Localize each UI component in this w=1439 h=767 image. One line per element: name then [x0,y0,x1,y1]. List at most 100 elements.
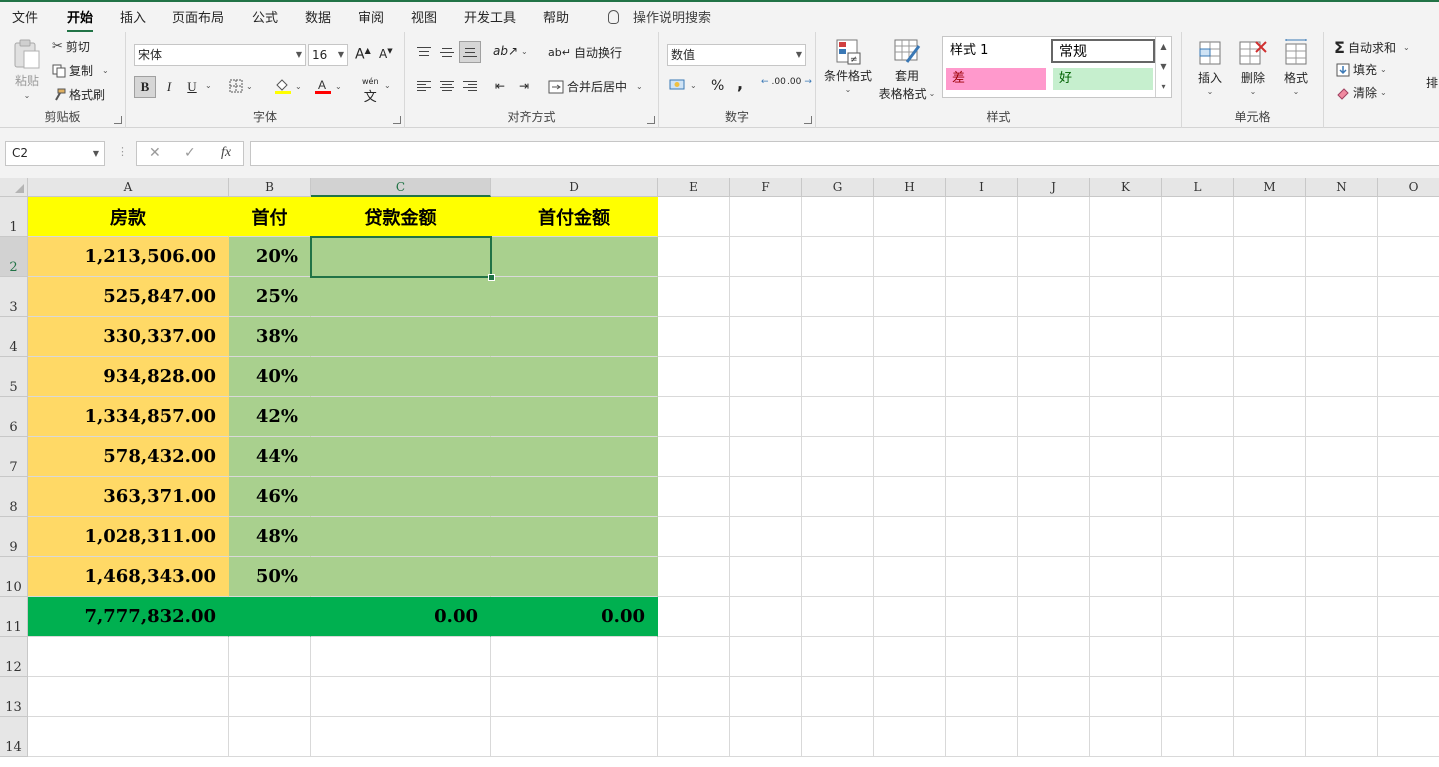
cell-c2[interactable] [311,237,491,277]
column-header-f[interactable]: F [730,178,802,197]
bold-button[interactable]: B [134,76,156,98]
row-header-5[interactable]: 5 [0,357,28,397]
cell-i14[interactable] [946,717,1018,757]
cell-m8[interactable] [1234,477,1306,517]
column-header-n[interactable]: N [1306,178,1378,197]
cell-k8[interactable] [1090,477,1162,517]
cell-e2[interactable] [658,237,730,277]
cell-j2[interactable] [1018,237,1090,277]
column-header-a[interactable]: A [28,178,229,197]
align-middle-button[interactable] [436,41,458,63]
cell-c1[interactable]: 贷款金额 [311,197,491,237]
cell-h9[interactable] [874,517,946,557]
chevron-down-icon[interactable]: ⌄ [205,81,212,90]
column-header-k[interactable]: K [1090,178,1162,197]
cell-g10[interactable] [802,557,874,597]
cell-k11[interactable] [1090,597,1162,637]
cell-i1[interactable] [946,197,1018,237]
column-header-i[interactable]: I [946,178,1018,197]
column-header-h[interactable]: H [874,178,946,197]
cell-l14[interactable] [1162,717,1234,757]
cell-c6[interactable] [311,397,491,437]
tab-review[interactable]: 审阅 [358,7,384,26]
cell-f7[interactable] [730,437,802,477]
cell-n9[interactable] [1306,517,1378,557]
fill-handle[interactable] [488,274,495,281]
cell-d5[interactable] [491,357,658,397]
align-center-button[interactable] [436,75,458,97]
number-launcher-icon[interactable] [804,116,812,124]
tell-me-search[interactable]: 操作说明搜索 [608,7,711,26]
cell-l6[interactable] [1162,397,1234,437]
cell-k2[interactable] [1090,237,1162,277]
tab-data[interactable]: 数据 [305,7,331,26]
confirm-icon[interactable]: ✓ [184,145,196,161]
cell-b11[interactable] [229,597,311,637]
cell-o2[interactable] [1378,237,1439,277]
align-bottom-button[interactable] [459,41,481,63]
merge-center-button[interactable]: 合并后居中 ⌄ [548,78,643,95]
row-header-8[interactable]: 8 [0,477,28,517]
cell-h4[interactable] [874,317,946,357]
comma-button[interactable]: , [737,74,743,93]
borders-button[interactable]: ⌄ [229,79,253,93]
fill-color-button[interactable]: ⌄ [274,77,302,95]
cell-i13[interactable] [946,677,1018,717]
font-color-button[interactable]: A ⌄ [314,77,342,95]
cell-a1[interactable]: 房款 [28,197,229,237]
cell-c5[interactable] [311,357,491,397]
cell-a12[interactable] [28,637,229,677]
column-header-d[interactable]: D [491,178,658,197]
cell-b10[interactable]: 50% [229,557,311,597]
cell-c4[interactable] [311,317,491,357]
copy-button[interactable]: 复制 ⌄ [52,62,109,79]
cell-g6[interactable] [802,397,874,437]
cell-o10[interactable] [1378,557,1439,597]
column-header-l[interactable]: L [1162,178,1234,197]
column-header-e[interactable]: E [658,178,730,197]
cell-d7[interactable] [491,437,658,477]
tab-formulas[interactable]: 公式 [252,7,278,26]
cell-e12[interactable] [658,637,730,677]
cell-e1[interactable] [658,197,730,237]
column-header-b[interactable]: B [229,178,311,197]
delete-cells-button[interactable]: 删除 ⌄ [1238,38,1268,96]
cell-n12[interactable] [1306,637,1378,677]
cell-h12[interactable] [874,637,946,677]
cell-k9[interactable] [1090,517,1162,557]
cell-n6[interactable] [1306,397,1378,437]
cell-e9[interactable] [658,517,730,557]
style-good-cell[interactable]: 好 [1053,68,1153,90]
font-size-select[interactable]: 16 ▼ [308,44,348,66]
tab-help[interactable]: 帮助 [543,7,569,26]
cell-i9[interactable] [946,517,1018,557]
cell-d11[interactable]: 0.00 [491,597,658,637]
number-format-select[interactable]: 数值 ▼ [667,44,806,66]
wrap-text-button[interactable]: ab↵ 自动换行 [548,44,622,61]
cell-d14[interactable] [491,717,658,757]
cell-b13[interactable] [229,677,311,717]
tab-insert[interactable]: 插入 [120,7,146,26]
alignment-launcher-icon[interactable] [647,116,655,124]
cell-o9[interactable] [1378,517,1439,557]
cell-k10[interactable] [1090,557,1162,597]
cell-j10[interactable] [1018,557,1090,597]
cell-k7[interactable] [1090,437,1162,477]
cell-a4[interactable]: 330,337.00 [28,317,229,357]
cell-o5[interactable] [1378,357,1439,397]
cell-o11[interactable] [1378,597,1439,637]
cell-n8[interactable] [1306,477,1378,517]
tab-page-layout[interactable]: 页面布局 [172,7,224,26]
cell-m2[interactable] [1234,237,1306,277]
align-top-button[interactable] [413,41,435,63]
cell-l2[interactable] [1162,237,1234,277]
cell-h11[interactable] [874,597,946,637]
cell-b6[interactable]: 42% [229,397,311,437]
clear-button[interactable]: 清除 ⌄ [1336,84,1387,101]
cell-l5[interactable] [1162,357,1234,397]
cell-j9[interactable] [1018,517,1090,557]
cell-f9[interactable] [730,517,802,557]
cell-d10[interactable] [491,557,658,597]
cell-h5[interactable] [874,357,946,397]
cell-n2[interactable] [1306,237,1378,277]
